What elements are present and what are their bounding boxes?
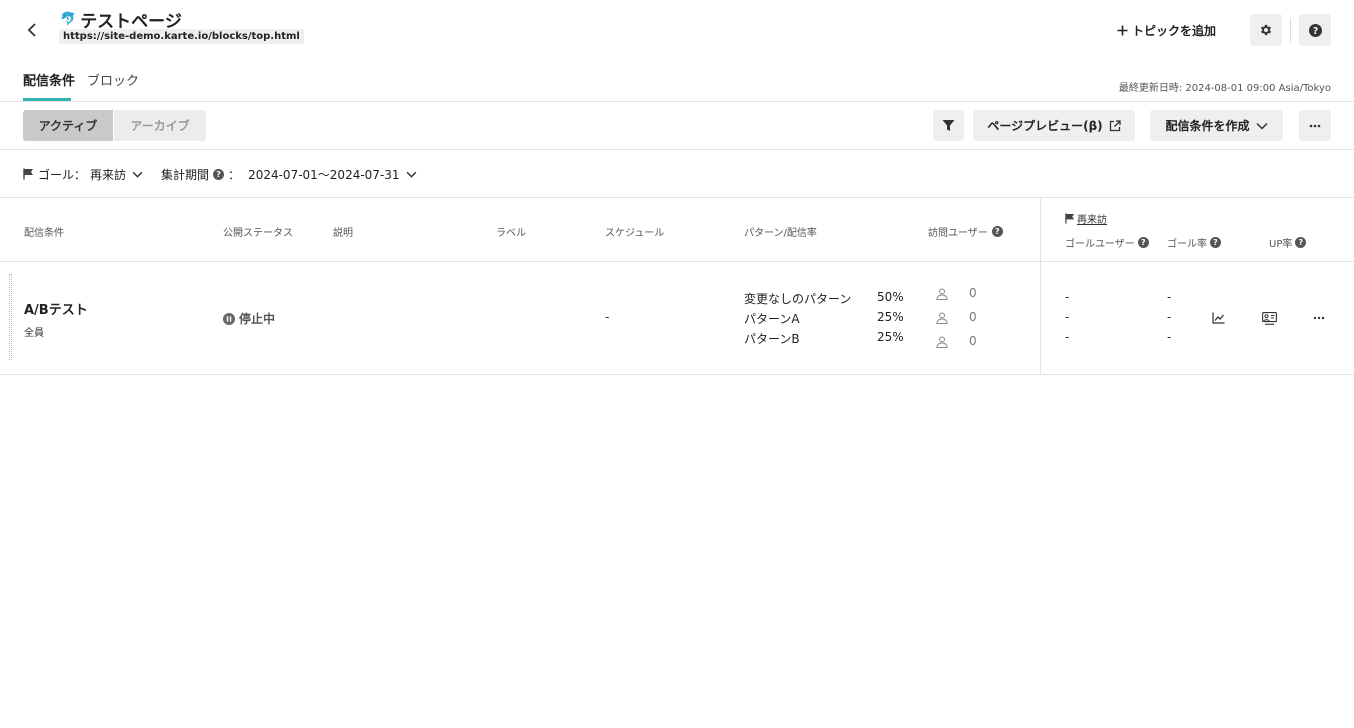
table-header-divider [0,261,1354,262]
flag-icon [23,168,33,180]
chevron-down-icon [132,171,143,178]
th-up-rate: UP率 ? [1269,235,1307,250]
help-icon[interactable]: ? [991,226,1003,237]
more-icon [1309,124,1321,127]
page-preview-button[interactable]: ページプレビュー(β) [973,110,1135,141]
help-icon[interactable]: ? [1210,237,1221,248]
goal-link-text: 再来訪 [1077,215,1107,226]
th-label: ラベル [496,228,526,239]
tabs-divider [0,101,1354,102]
goal-label: ゴール： [38,167,87,182]
filter-button[interactable] [933,110,964,141]
compare-button[interactable] [1258,307,1280,329]
pause-icon [223,312,235,325]
period-select[interactable]: 2024-07-01〜2024-07-31 [248,166,416,183]
page-preview-label: ページプレビュー(β) [987,119,1103,133]
toolbar-divider [0,149,1354,150]
add-topic-label: トピックを追加 [1132,23,1217,38]
user-icon [936,288,948,300]
more-icon [1313,316,1325,320]
add-topic-button[interactable]: トピックを追加 [1117,20,1216,40]
external-link-icon [1109,119,1121,131]
th-goal-rate-label: ゴール率 [1167,239,1207,250]
gear-icon [1260,24,1272,36]
chevron-down-icon [1255,122,1268,130]
flag-icon [1065,213,1075,224]
goal-value: 再来訪 [90,167,127,182]
status-text: 停止中 [239,312,276,326]
chevron-down-icon [406,171,416,178]
period-label: 集計期間 [161,167,210,182]
settings-button[interactable] [1250,14,1282,46]
pattern-rate: 25% [877,330,904,344]
visit-users-value: 0 [969,310,977,324]
create-condition-label: 配信条件を作成 [1165,119,1250,133]
tab-block[interactable]: ブロック [87,70,139,89]
segment-active[interactable]: アクティブ [23,110,113,141]
svg-text:?: ? [1312,25,1317,36]
header-divider [1290,18,1291,42]
th-goal-users: ゴールユーザー ? [1065,235,1149,250]
help-icon[interactable]: ? [1295,237,1307,248]
goal-rate-value: - [1167,330,1172,344]
compare-icon [1261,311,1277,325]
page-url: https://site-demo.karte.io/blocks/top.ht… [59,29,304,44]
visit-users-value: 0 [969,286,977,300]
help-icon: ? [1308,23,1322,37]
tab-conditions[interactable]: 配信条件 [23,70,75,89]
th-pattern: パターン/配信率 [744,228,817,239]
th-visit-users: 訪問ユーザー ? [928,224,1003,239]
back-button[interactable] [22,20,42,40]
goal-bar-divider [0,197,1354,198]
last-updated-text: 最終更新日時: 2024-08-01 09:00 Asia/Tokyo [1118,83,1331,94]
th-visit-users-label: 訪問ユーザー [928,228,988,239]
goal-users-value: - [1065,310,1070,324]
help-button[interactable]: ? [1299,14,1331,46]
plus-icon [1117,25,1128,35]
th-condition: 配信条件 [24,228,64,239]
goal-column-divider [1040,198,1041,375]
condition-name[interactable]: A/Bテスト [24,299,88,318]
user-icon [936,336,948,348]
dolphin-emoji: 🐬 [60,12,77,27]
schedule-value: - [605,310,610,324]
help-icon[interactable]: ? [1137,237,1149,248]
chart-button[interactable] [1207,307,1229,329]
chevron-left-icon [27,23,36,37]
status-badge: 停止中 [223,310,275,327]
pattern-rate: 25% [877,310,904,324]
drag-handle[interactable] [9,274,12,360]
toolbar-more-button[interactable] [1299,110,1331,141]
chart-icon [1211,312,1224,324]
pattern-name: パターンB [744,332,800,346]
th-description: 説明 [333,228,353,239]
th-status: 公開ステータス [223,228,293,239]
visit-users-value: 0 [969,334,977,348]
goal-select[interactable]: 再来訪 [90,166,143,183]
row-more-button[interactable] [1308,307,1330,329]
segment-archive[interactable]: アーカイブ [114,110,206,141]
goal-rate-value: - [1167,290,1172,304]
th-up-rate-label: UP率 [1269,239,1293,250]
goal-link[interactable]: 再来訪 [1065,211,1107,226]
create-condition-button[interactable]: 配信条件を作成 [1150,110,1283,141]
pattern-name: 変更なしのパターン [744,292,852,306]
th-goal-users-label: ゴールユーザー [1065,239,1135,250]
pattern-name: パターンA [744,312,800,326]
period-separator: ： [228,167,241,182]
help-icon[interactable]: ? [213,168,225,180]
table-row-divider [0,374,1354,375]
goal-users-value: - [1065,330,1070,344]
goal-rate-value: - [1167,310,1172,324]
filter-icon [942,120,955,131]
condition-target: 全員 [24,328,44,339]
period-value: 2024-07-01〜2024-07-31 [248,167,400,182]
goal-users-value: - [1065,290,1070,304]
goal-bar: ゴール： 再来訪 集計期間 ? ： 2024-07-01〜2024-07-31 [23,164,417,184]
th-goal-rate: ゴール率 ? [1167,235,1221,250]
user-icon [936,312,948,324]
th-schedule: スケジュール [605,228,665,239]
pattern-rate: 50% [877,290,904,304]
